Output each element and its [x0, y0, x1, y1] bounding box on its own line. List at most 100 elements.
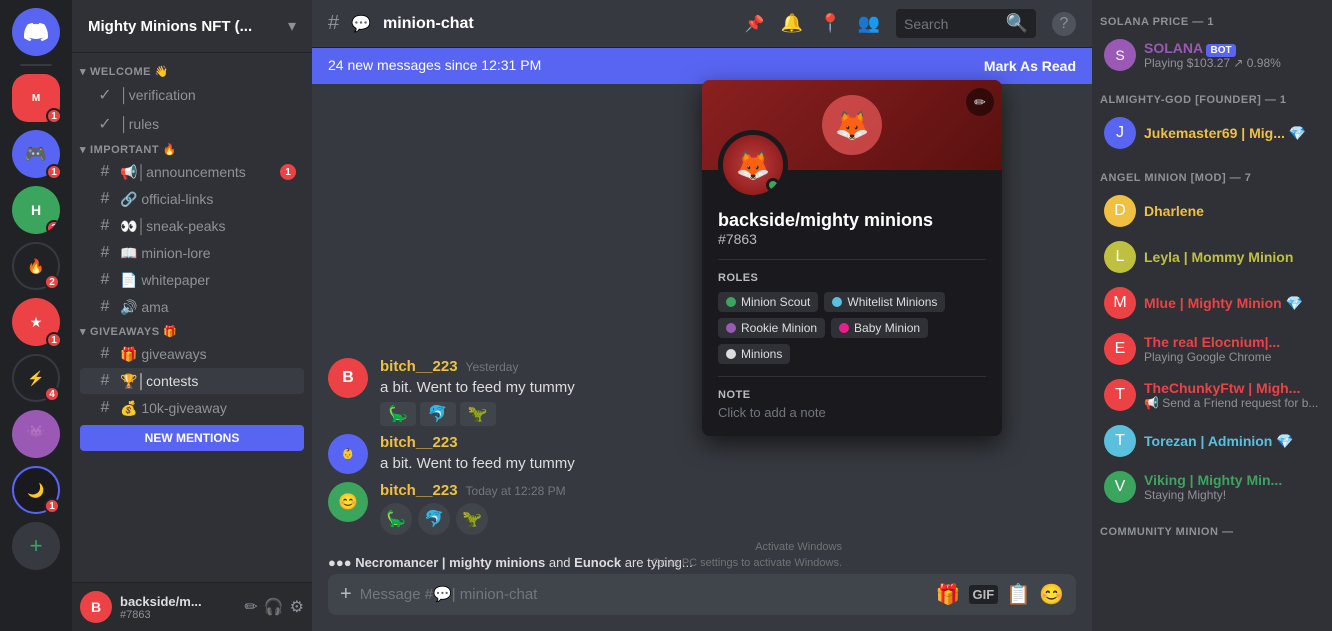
channel-official-links[interactable]: # 🔗 official-links — [80, 186, 304, 212]
channel-minion-lore[interactable]: # 📖 minion-lore — [80, 240, 304, 266]
settings-icon[interactable]: ⚙ — [290, 597, 304, 617]
discord-logo[interactable] — [12, 8, 60, 56]
rs-avatar-jukemaster: J — [1104, 117, 1136, 149]
rs-member-elocnium[interactable]: E The real Elocnium|... Playing Google C… — [1096, 327, 1328, 371]
server-list: M 1 🎮 1 H 2 🔥 2 ★ 1 ⚡ 4 👾 🌙 1 + — [0, 0, 72, 631]
channel-sneak-peaks[interactable]: # 👀│sneak-peaks — [80, 213, 304, 239]
roles-section: ROLES Minion Scout Whitelist Minions Roo… — [718, 272, 986, 364]
channel-ama[interactable]: # 🔊 ama — [80, 294, 304, 320]
sidebar-bottom: B backside/m... #7863 ✏ 🎧 ⚙ — [72, 582, 312, 631]
rs-name-elocnium: The real Elocnium|... Playing Google Chr… — [1144, 334, 1320, 364]
category-giveaways[interactable]: ▾ GIVEAWAYS 🎁 — [72, 321, 312, 340]
right-sidebar: SOLANA PRICE — 1 S SOLANA BOT Playing $1… — [1092, 0, 1332, 631]
note-section: NOTE Click to add a note — [718, 389, 986, 420]
server-divider — [20, 64, 52, 66]
server-icon-5[interactable]: ★ 1 — [12, 298, 60, 346]
channel-whitepaper[interactable]: # 📄 whitepaper — [80, 267, 304, 293]
channel-announcements[interactable]: # 📢│announcements 1 — [80, 159, 304, 185]
main-area: # 💬 minion-chat 📌 🔔 📍 👥 🔍 ? 24 new messa… — [312, 0, 1092, 631]
channel-sidebar: Mighty Minions NFT (... ▾ ▾ WELCOME 👋 ✓ … — [72, 0, 312, 631]
channel-10k-giveaway[interactable]: # 💰 10k-giveaway — [80, 395, 304, 421]
server-badge-4: 2 — [44, 274, 60, 290]
profile-banner: 🦊 ✏ 🦊 — [702, 80, 1002, 170]
gem-icon-mlue: 💎 — [1286, 295, 1303, 312]
rs-avatar-leyla: L — [1104, 241, 1136, 273]
server-icon-8[interactable]: 🌙 1 — [12, 466, 60, 514]
profile-body: backside/mighty minions #7863 ROLES Mini… — [702, 170, 1002, 436]
rs-avatar-elocnium: E — [1104, 333, 1136, 365]
rs-avatar-solana: S — [1104, 39, 1136, 71]
rs-name-dharlene: Dharlene — [1144, 203, 1320, 219]
current-user-tag: #7863 — [120, 609, 236, 621]
rs-category-almighty: ALMIGHTY-GOD [FOUNDER] — 1 — [1092, 78, 1332, 110]
note-label: NOTE — [718, 389, 986, 401]
new-mentions-bar[interactable]: NEW MENTIONS — [80, 425, 304, 451]
server-badge-3: 2 — [46, 220, 60, 234]
current-user-info: backside/m... #7863 — [120, 594, 236, 621]
server-icon-4[interactable]: 🔥 2 — [12, 242, 60, 290]
rs-avatar-torezan: T — [1104, 425, 1136, 457]
server-icon-3[interactable]: H 2 — [12, 186, 60, 234]
server-badge-6: 4 — [44, 386, 60, 402]
rs-name-chunkyftw: TheChunkyFtw | Migh... 📢 Send a Friend r… — [1144, 380, 1320, 410]
profile-avatar: 🦊 — [718, 130, 788, 200]
profile-divider-2 — [718, 376, 986, 377]
roles-label: ROLES — [718, 272, 986, 284]
profile-popup: 🦊 ✏ 🦊 backside/mighty minions #7863 ROLE… — [702, 80, 1002, 436]
channel-giveaways[interactable]: # 🎁 giveaways — [80, 341, 304, 367]
sidebar-dropdown-icon: ▾ — [288, 16, 296, 36]
rs-name-leyla: Leyla | Mommy Minion — [1144, 249, 1320, 265]
rs-name-torezan: Torezan | Adminion 💎 — [1144, 433, 1320, 450]
server-badge-8: 1 — [44, 498, 60, 514]
user-controls: ✏ 🎧 ⚙ — [244, 597, 304, 617]
rs-category-community: COMMUNITY MINION — — [1092, 510, 1332, 542]
rs-name-jukemaster: Jukemaster69 | Mig... 💎 — [1144, 125, 1320, 142]
role-minions: Minions — [718, 344, 790, 364]
sidebar-header[interactable]: Mighty Minions NFT (... ▾ — [72, 0, 312, 53]
current-user-avatar[interactable]: B — [80, 591, 112, 623]
role-rookie-minion: Rookie Minion — [718, 318, 825, 338]
roles-grid: Minion Scout Whitelist Minions Rookie Mi… — [718, 292, 986, 364]
profile-tag: #7863 — [718, 231, 986, 247]
rs-member-jukemaster[interactable]: J Jukemaster69 | Mig... 💎 — [1096, 111, 1328, 155]
role-minion-scout: Minion Scout — [718, 292, 818, 312]
profile-username: backside/mighty minions — [718, 210, 986, 231]
headphone-icon[interactable]: 🎧 — [264, 597, 284, 617]
server-icon-6[interactable]: ⚡ 4 — [12, 354, 60, 402]
role-whitelist-minions: Whitelist Minions — [824, 292, 945, 312]
rs-member-chunkyftw[interactable]: T TheChunkyFtw | Migh... 📢 Send a Friend… — [1096, 373, 1328, 417]
current-user-name: backside/m... — [120, 594, 236, 609]
online-status-dot — [766, 178, 780, 192]
server-badge-2: 1 — [46, 164, 62, 180]
server-name: Mighty Minions NFT (... — [88, 18, 252, 35]
channel-verification[interactable]: ✓ │verification — [80, 81, 304, 109]
rs-member-torezan[interactable]: T Torezan | Adminion 💎 — [1096, 419, 1328, 463]
note-placeholder[interactable]: Click to add a note — [718, 405, 986, 420]
server-icon-7[interactable]: 👾 — [12, 410, 60, 458]
server-icon-add[interactable]: + — [12, 522, 60, 570]
server-badge-5: 1 — [46, 332, 62, 348]
rs-name-mlue: Mlue | Mighty Minion 💎 — [1144, 295, 1320, 312]
role-baby-minion: Baby Minion — [831, 318, 928, 338]
channel-contests[interactable]: # 🏆│contests — [80, 368, 304, 394]
rs-member-viking[interactable]: V Viking | Mighty Min... Staying Mighty! — [1096, 465, 1328, 509]
rs-name-viking: Viking | Mighty Min... Staying Mighty! — [1144, 472, 1320, 502]
rs-member-leyla[interactable]: L Leyla | Mommy Minion — [1096, 235, 1328, 279]
server-icon-2[interactable]: 🎮 1 — [12, 130, 60, 178]
rs-member-mlue[interactable]: M Mlue | Mighty Minion 💎 — [1096, 281, 1328, 325]
rs-category-angel: ANGEL MINION [MOD] — 7 — [1092, 156, 1332, 188]
microphone-icon[interactable]: ✏ — [244, 597, 257, 617]
category-welcome[interactable]: ▾ WELCOME 👋 — [72, 61, 312, 80]
category-important[interactable]: ▾ IMPORTANT 🔥 — [72, 139, 312, 158]
profile-edit-button[interactable]: ✏ — [966, 88, 994, 116]
server-icon-main[interactable]: M 1 — [12, 74, 60, 122]
rs-avatar-chunkyftw: T — [1104, 379, 1136, 411]
gem-icon-torezan: 💎 — [1276, 433, 1293, 450]
rs-member-solana[interactable]: S SOLANA BOT Playing $103.27 ↗ 0.98% — [1096, 33, 1328, 77]
channel-rules[interactable]: ✓ │rules — [80, 110, 304, 138]
gem-icon: 💎 — [1289, 125, 1306, 142]
rs-name-solana: SOLANA BOT Playing $103.27 ↗ 0.98% — [1144, 40, 1320, 70]
rs-avatar-viking: V — [1104, 471, 1136, 503]
rs-member-dharlene[interactable]: D Dharlene — [1096, 189, 1328, 233]
profile-divider-1 — [718, 259, 986, 260]
